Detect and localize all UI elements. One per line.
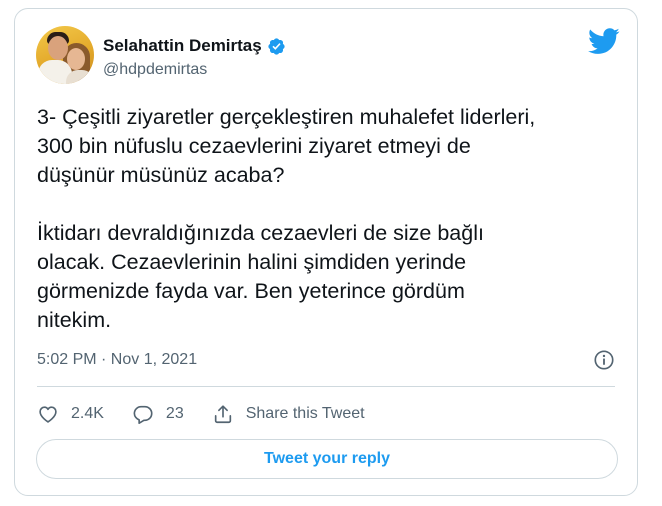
info-icon[interactable] bbox=[593, 349, 615, 371]
author-avatar[interactable] bbox=[36, 26, 94, 84]
tweet-your-reply-button[interactable]: Tweet your reply bbox=[36, 439, 618, 479]
heart-icon bbox=[39, 406, 57, 423]
share-icon bbox=[214, 405, 231, 424]
author-display-name[interactable]: Selahattin Demirtaş bbox=[103, 36, 262, 56]
tweet-actions: 2.4K 23 Share this Tweet bbox=[37, 403, 393, 425]
twitter-bird-icon[interactable] bbox=[588, 28, 620, 55]
author-name-row[interactable]: Selahattin Demirtaş bbox=[103, 36, 286, 56]
reply-count: 23 bbox=[165, 405, 184, 422]
divider bbox=[37, 386, 615, 387]
verified-badge-icon bbox=[268, 37, 285, 55]
like-count: 2.4K bbox=[71, 405, 104, 422]
share-button[interactable]: Share this Tweet bbox=[212, 403, 365, 425]
author-handle[interactable]: @hdpdemirtas bbox=[103, 60, 207, 80]
tweet-timestamp[interactable]: 5:02 PM · Nov 1, 2021 bbox=[37, 350, 197, 370]
like-button[interactable]: 2.4K bbox=[37, 403, 104, 425]
tweet-paragraph: 3- Çeşitli ziyaretler gerçekleştiren muh… bbox=[37, 105, 536, 187]
tweet-card: Selahattin Demirtaş @hdpdemirtas 3- Çeşi… bbox=[14, 8, 638, 496]
reply-button[interactable]: 23 bbox=[132, 403, 184, 425]
tweet-paragraph: İktidarı devraldığınızda cezaevleri de s… bbox=[37, 221, 484, 332]
tweet-text: 3- Çeşitli ziyaretler gerçekleştiren muh… bbox=[37, 103, 627, 335]
reply-bubble-icon bbox=[133, 405, 153, 424]
share-label: Share this Tweet bbox=[245, 405, 365, 422]
